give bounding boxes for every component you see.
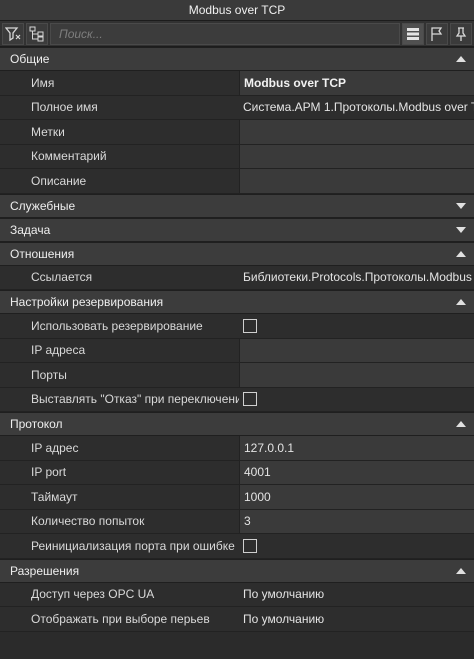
section-service-title: Служебные [10,198,76,213]
collapse-arrow-icon [456,567,466,574]
failure-on-switch-checkbox[interactable] [243,392,257,407]
property-label: Доступ через OPC UA [0,582,239,606]
property-label: IP адрес [0,436,239,460]
property-label: Ссылается [0,265,239,289]
list-icon [407,27,419,40]
ip-addresses-field[interactable] [239,338,474,362]
property-label: Имя [0,71,239,95]
section-redundancy-header[interactable]: Настройки резервирования [0,290,474,314]
property-label: Отображать при выборе перьев [0,607,239,631]
property-row-opc-ua-access: Доступ через OPC UA По умолчанию [0,582,474,607]
property-row-name: Имя Modbus over TCP [0,71,474,96]
full-name-value: Система.АРМ 1.Протоколы.Modbus over TCP [239,95,474,119]
tree-icon [29,26,44,41]
flag-button[interactable] [426,22,448,45]
failure-on-switch-cell [239,387,474,411]
ip-address-field[interactable]: 127.0.0.1 [239,436,474,460]
property-row-timeout: Таймаут 1000 [0,485,474,510]
property-row-tags: Метки [0,120,474,145]
description-field[interactable] [239,169,474,193]
property-label: Полное имя [0,95,239,119]
section-permissions-title: Разрешения [10,563,80,578]
name-value-field[interactable]: Modbus over TCP [239,71,474,95]
collapse-arrow-icon [456,56,466,62]
section-protocol-title: Протокол [10,417,63,431]
ip-port-field[interactable]: 4001 [239,460,474,484]
toolbar [0,21,474,47]
pin-button[interactable] [450,22,472,45]
property-label: IP port [0,460,239,484]
section-redundancy-title: Настройки резервирования [10,295,164,309]
filter-button[interactable] [2,22,24,45]
section-protocol-header[interactable]: Протокол [0,412,474,436]
property-row-ports: Порты [0,363,474,388]
section-service-header[interactable]: Служебные [0,193,474,218]
tags-field[interactable] [239,120,474,144]
section-task-header[interactable]: Задача [0,217,474,242]
property-row-comment: Комментарий [0,144,474,169]
property-row-full-name: Полное имя Система.АРМ 1.Протоколы.Modbu… [0,95,474,120]
use-redundancy-checkbox[interactable] [243,318,257,333]
search-input[interactable] [50,22,400,45]
window-title: Modbus over TCP [0,0,474,21]
property-label: Описание [0,169,239,193]
references-value: Библиотеки.Protocols.Протоколы.Modbus ov… [239,265,474,289]
use-redundancy-cell [239,314,474,338]
comment-field[interactable] [239,144,474,168]
property-row-retries: Количество попыток 3 [0,509,474,534]
property-row-ip-address: IP адрес 127.0.0.1 [0,436,474,461]
list-view-button[interactable] [402,22,424,45]
expand-arrow-icon [456,226,466,233]
reinit-port-checkbox[interactable] [243,538,257,553]
expand-arrow-icon [456,202,466,209]
collapse-arrow-icon [456,421,466,427]
property-label: Реинициализация порта при ошибке [0,534,239,558]
tree-view-button[interactable] [26,22,48,45]
property-row-ip-port: IP port 4001 [0,460,474,485]
collapse-arrow-icon [456,299,466,305]
property-row-references: Ссылается Библиотеки.Protocols.Протоколы… [0,265,474,290]
timeout-field[interactable]: 1000 [239,485,474,509]
property-row-reinit-port: Реинициализация порта при ошибке [0,534,474,559]
pen-display-value[interactable]: По умолчанию [239,607,474,631]
ports-field[interactable] [239,363,474,387]
property-row-description: Описание [0,169,474,194]
section-permissions-header[interactable]: Разрешения [0,558,474,583]
filter-icon [5,26,21,41]
collapse-arrow-icon [456,250,466,257]
property-label: Выставлять "Отказ" при переключении [0,387,239,411]
retries-field[interactable]: 3 [239,509,474,533]
property-label: Таймаут [0,485,239,509]
property-label: Метки [0,120,239,144]
property-row-failure-on-switch: Выставлять "Отказ" при переключении [0,387,474,412]
property-label: Комментарий [0,144,239,168]
property-label: IP адреса [0,338,239,362]
section-relations-title: Отношения [10,246,75,261]
pin-icon [455,26,467,41]
flag-icon [431,26,443,41]
property-row-pen-display: Отображать при выборе перьев По умолчани… [0,607,474,632]
property-row-ip-addresses: IP адреса [0,338,474,363]
section-general-header[interactable]: Общие [0,47,474,71]
section-relations-header[interactable]: Отношения [0,241,474,266]
property-label: Количество попыток [0,509,239,533]
reinit-port-cell [239,534,474,558]
property-row-use-redundancy: Использовать резервирование [0,314,474,339]
section-general-title: Общие [10,52,50,66]
property-grid: Общие Имя Modbus over TCP Полное имя Сис… [0,47,474,659]
section-task-title: Задача [10,222,51,237]
opc-ua-access-value[interactable]: По умолчанию [239,582,474,606]
property-label: Использовать резервирование [0,314,239,338]
property-label: Порты [0,363,239,387]
